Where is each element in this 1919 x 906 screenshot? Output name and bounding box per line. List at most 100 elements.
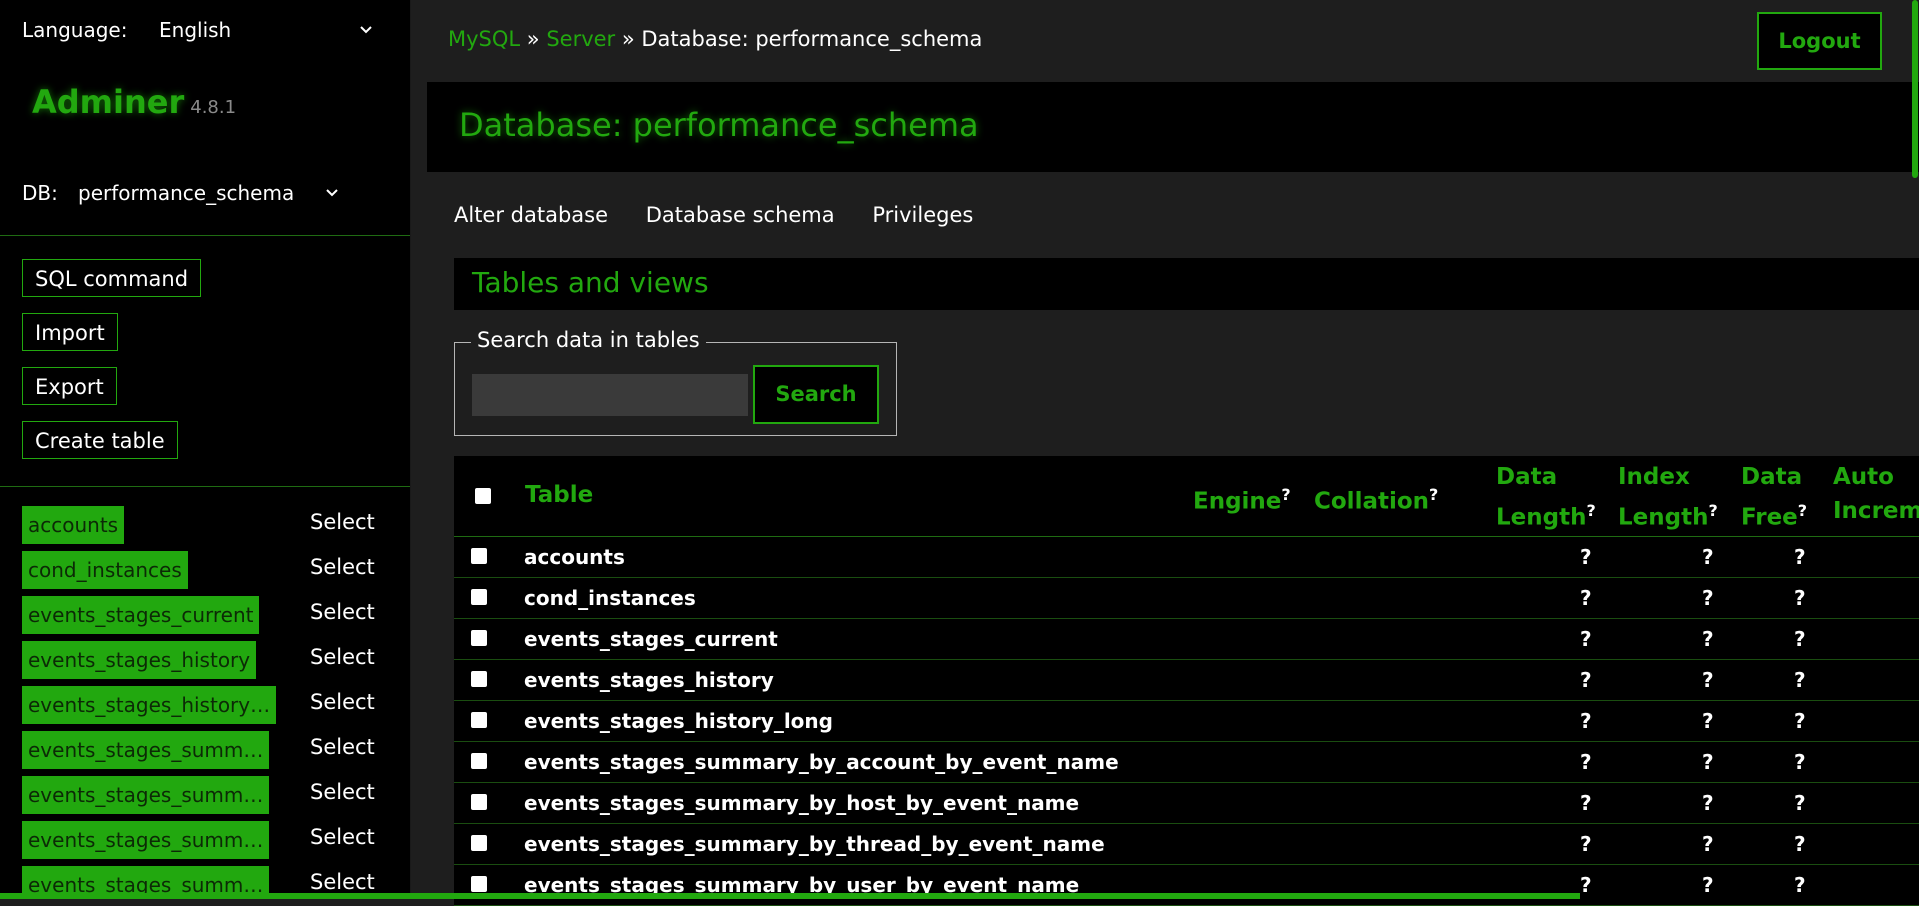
index-length-value[interactable]: ?	[1702, 627, 1714, 651]
data-free-value[interactable]: ?	[1794, 627, 1806, 651]
column-header-index-length-line1[interactable]: Index	[1618, 464, 1690, 490]
logout-button[interactable]: Logout	[1757, 12, 1882, 70]
data-length-value[interactable]: ?	[1580, 545, 1592, 569]
row-checkbox[interactable]	[471, 671, 487, 687]
chevron-down-icon[interactable]	[356, 20, 376, 40]
search-input[interactable]	[472, 374, 748, 416]
table-name-link[interactable]: events_stages_summary_by_thread_by_event…	[524, 832, 1105, 856]
import-button[interactable]: Import	[22, 313, 118, 351]
index-length-value[interactable]: ?	[1702, 832, 1714, 856]
data-length-value[interactable]: ?	[1580, 832, 1592, 856]
column-header-data-free[interactable]: Data Free?	[1741, 460, 1807, 535]
select-link[interactable]: Select	[310, 870, 375, 894]
vertical-scrollbar[interactable]	[1912, 0, 1918, 178]
privileges-link[interactable]: Privileges	[872, 203, 973, 227]
column-header-data-length[interactable]: Data Length?	[1496, 460, 1596, 535]
data-free-value[interactable]: ?	[1794, 750, 1806, 774]
app-name[interactable]: Adminer	[32, 83, 184, 121]
sidebar-table-link[interactable]: events_stages_current	[22, 596, 260, 634]
select-link[interactable]: Select	[310, 825, 375, 849]
index-length-value[interactable]: ?	[1702, 709, 1714, 733]
column-header-data-length-line2[interactable]: Length	[1496, 505, 1586, 531]
index-length-value[interactable]: ?	[1702, 873, 1714, 897]
sidebar-table-link[interactable]: events_stages_summ…	[22, 776, 270, 814]
select-all-checkbox[interactable]	[475, 488, 491, 504]
index-length-value[interactable]: ?	[1702, 586, 1714, 610]
row-checkbox[interactable]	[471, 876, 487, 892]
help-mark[interactable]: ?	[1281, 485, 1290, 504]
data-length-value[interactable]: ?	[1580, 586, 1592, 610]
table-name-link[interactable]: events_stages_current	[524, 627, 778, 651]
column-header-index-length[interactable]: Index Length?	[1618, 460, 1718, 535]
data-free-value[interactable]: ?	[1794, 709, 1806, 733]
select-link[interactable]: Select	[310, 600, 375, 624]
breadcrumb-server-link[interactable]: Server	[546, 27, 615, 51]
db-value[interactable]: performance_schema	[78, 181, 294, 205]
db-selector[interactable]: DB: performance_schema	[22, 179, 352, 209]
help-mark[interactable]: ?	[1708, 501, 1717, 520]
table-name-link[interactable]: events_stages_summary_by_host_by_event_n…	[524, 791, 1079, 815]
horizontal-scrollbar[interactable]	[0, 893, 1580, 899]
index-length-value[interactable]: ?	[1702, 668, 1714, 692]
help-mark[interactable]: ?	[1429, 485, 1438, 504]
sidebar-table-link[interactable]: events_stages_history…	[22, 686, 277, 724]
sidebar-table-link[interactable]: events_stages_summ…	[22, 731, 270, 769]
row-checkbox[interactable]	[471, 712, 487, 728]
column-header-auto-increment[interactable]: Auto Increm	[1833, 460, 1919, 528]
select-link[interactable]: Select	[310, 555, 375, 579]
column-header-data-free-line2[interactable]: Free	[1741, 505, 1798, 531]
row-checkbox[interactable]	[471, 548, 487, 564]
index-length-value[interactable]: ?	[1702, 545, 1714, 569]
index-length-value[interactable]: ?	[1702, 791, 1714, 815]
column-header-data-length-line1[interactable]: Data	[1496, 464, 1557, 490]
breadcrumb-mysql-link[interactable]: MySQL	[448, 27, 520, 51]
select-link[interactable]: Select	[310, 510, 375, 534]
data-free-value[interactable]: ?	[1794, 668, 1806, 692]
select-link[interactable]: Select	[310, 645, 375, 669]
export-button[interactable]: Export	[22, 367, 117, 405]
data-free-value[interactable]: ?	[1794, 873, 1806, 897]
column-header-index-length-line2[interactable]: Length	[1618, 505, 1708, 531]
table-name-link[interactable]: events_stages_summary_by_account_by_even…	[524, 750, 1119, 774]
table-name-link[interactable]: cond_instances	[524, 586, 696, 610]
data-free-value[interactable]: ?	[1794, 832, 1806, 856]
sidebar-table-link[interactable]: cond_instances	[22, 551, 188, 589]
select-link[interactable]: Select	[310, 735, 375, 759]
row-checkbox[interactable]	[471, 794, 487, 810]
language-value[interactable]: English	[159, 18, 231, 42]
column-header-table[interactable]: Table	[525, 478, 593, 512]
row-checkbox[interactable]	[471, 630, 487, 646]
data-free-value[interactable]: ?	[1794, 791, 1806, 815]
index-length-value[interactable]: ?	[1702, 750, 1714, 774]
chevron-down-icon[interactable]	[322, 183, 342, 203]
row-checkbox[interactable]	[471, 589, 487, 605]
row-checkbox[interactable]	[471, 835, 487, 851]
search-button[interactable]: Search	[753, 365, 879, 424]
data-length-value[interactable]: ?	[1580, 709, 1592, 733]
table-name-link[interactable]: accounts	[524, 545, 625, 569]
table-name-link[interactable]: events_stages_history_long	[524, 709, 833, 733]
app-logo[interactable]: Adminer 4.8.1	[32, 83, 236, 121]
select-link[interactable]: Select	[310, 780, 375, 804]
column-header-auto-increment-line2[interactable]: Increm	[1833, 498, 1919, 524]
data-free-value[interactable]: ?	[1794, 586, 1806, 610]
column-header-engine-label[interactable]: Engine	[1193, 489, 1281, 515]
sidebar-table-link[interactable]: accounts	[22, 506, 125, 544]
column-header-collation-label[interactable]: Collation	[1314, 489, 1429, 515]
sidebar-table-link[interactable]: events_stages_history	[22, 641, 257, 679]
select-link[interactable]: Select	[310, 690, 375, 714]
column-header-data-free-line1[interactable]: Data	[1741, 464, 1802, 490]
data-length-value[interactable]: ?	[1580, 750, 1592, 774]
help-mark[interactable]: ?	[1798, 501, 1807, 520]
database-schema-link[interactable]: Database schema	[646, 203, 835, 227]
column-header-auto-increment-line1[interactable]: Auto	[1833, 464, 1894, 490]
data-length-value[interactable]: ?	[1580, 668, 1592, 692]
column-header-collation[interactable]: Collation?	[1314, 478, 1438, 519]
data-free-value[interactable]: ?	[1794, 545, 1806, 569]
help-mark[interactable]: ?	[1586, 501, 1595, 520]
table-name-link[interactable]: events_stages_history	[524, 668, 774, 692]
row-checkbox[interactable]	[471, 753, 487, 769]
language-selector[interactable]: Language: English	[22, 16, 376, 46]
data-length-value[interactable]: ?	[1580, 873, 1592, 897]
sidebar-table-link[interactable]: events_stages_summ…	[22, 821, 270, 859]
